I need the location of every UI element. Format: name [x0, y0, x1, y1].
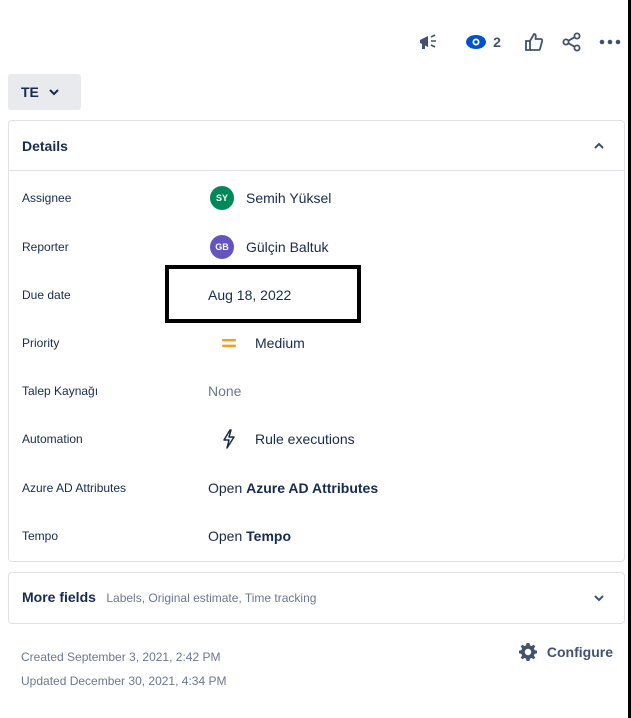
status-label: TE	[21, 84, 39, 100]
field-row-automation: Automation Rule executions	[9, 419, 624, 459]
avatar: SY	[210, 186, 234, 210]
field-label: Assignee	[22, 191, 72, 205]
details-title: Details	[22, 137, 68, 154]
field-label: Priority	[22, 336, 60, 350]
thumbs-up-icon	[525, 33, 544, 51]
like-button[interactable]	[517, 26, 551, 58]
reporter-name: Gülçin Baltuk	[246, 239, 329, 255]
chevron-up-icon[interactable]	[594, 142, 604, 149]
field-label: Reporter	[22, 240, 69, 254]
field-row-talep-kaynagi: Talep Kaynağı None	[9, 371, 624, 411]
configure-button[interactable]: Configure	[518, 642, 613, 662]
more-icon	[599, 39, 621, 45]
status-dropdown[interactable]: TE	[8, 74, 81, 110]
field-row-azure-ad: Azure AD Attributes Open Azure AD Attrib…	[9, 468, 624, 508]
more-actions-button[interactable]	[595, 26, 625, 58]
feedback-button[interactable]	[411, 26, 447, 58]
rule-executions-link: Rule executions	[255, 431, 355, 447]
field-label: Azure AD Attributes	[22, 481, 127, 495]
field-row-tempo: Tempo Open Tempo	[9, 516, 624, 556]
share-button[interactable]	[555, 26, 589, 58]
tempo-link: Tempo	[246, 528, 291, 544]
field-row-priority: Priority Medium	[9, 323, 624, 363]
tempo-value[interactable]: Open Tempo	[208, 528, 291, 544]
details-header[interactable]: Details	[9, 121, 624, 171]
due-date-highlight-box	[165, 265, 361, 323]
lightning-icon	[217, 429, 241, 449]
share-icon	[562, 32, 581, 52]
talep-kaynagi-value[interactable]: None	[208, 383, 241, 399]
field-row-assignee: Assignee SY Semih Yüksel	[9, 178, 624, 218]
field-label: Automation	[22, 432, 83, 446]
updated-timestamp: Updated December 30, 2021, 4:34 PM	[21, 674, 227, 688]
eye-icon	[466, 35, 487, 49]
assignee-name: Semih Yüksel	[246, 190, 332, 206]
automation-value[interactable]: Rule executions	[208, 429, 355, 449]
priority-value[interactable]: Medium	[208, 335, 305, 351]
gear-icon	[518, 643, 537, 661]
issue-toolbar: 2	[411, 26, 625, 58]
watch-button[interactable]: 2	[457, 26, 509, 58]
more-fields-subtitle: Labels, Original estimate, Time tracking	[106, 591, 317, 605]
priority-text: Medium	[255, 335, 305, 351]
more-fields-heading: More fields Labels, Original estimate, T…	[22, 589, 316, 607]
created-timestamp: Created September 3, 2021, 2:42 PM	[21, 650, 221, 664]
tempo-prefix: Open	[208, 528, 243, 544]
avatar: GB	[210, 235, 234, 259]
watch-count: 2	[493, 34, 501, 50]
priority-medium-icon	[217, 338, 241, 348]
azure-ad-link: Azure AD Attributes	[246, 480, 379, 496]
azure-ad-value[interactable]: Open Azure AD Attributes	[208, 480, 378, 496]
field-label: Tempo	[22, 529, 59, 543]
field-label: Talep Kaynağı	[22, 384, 99, 398]
assignee-value[interactable]: SY Semih Yüksel	[208, 186, 331, 210]
azure-ad-prefix: Open	[208, 480, 243, 496]
details-panel: Details Assignee SY Semih Yüksel Reporte…	[8, 120, 625, 562]
timestamps: Created September 3, 2021, 2:42 PM Updat…	[21, 645, 226, 693]
chevron-down-icon[interactable]	[594, 595, 604, 602]
configure-label: Configure	[546, 644, 613, 660]
field-label: Due date	[22, 288, 71, 302]
talep-kaynagi-text: None	[208, 383, 242, 399]
reporter-value[interactable]: GB Gülçin Baltuk	[208, 235, 328, 259]
field-row-reporter: Reporter GB Gülçin Baltuk	[9, 227, 624, 267]
more-fields-panel[interactable]: More fields Labels, Original estimate, T…	[8, 572, 625, 624]
megaphone-icon	[420, 34, 436, 49]
chevron-down-icon	[49, 89, 59, 95]
more-fields-title: More fields	[22, 589, 96, 605]
